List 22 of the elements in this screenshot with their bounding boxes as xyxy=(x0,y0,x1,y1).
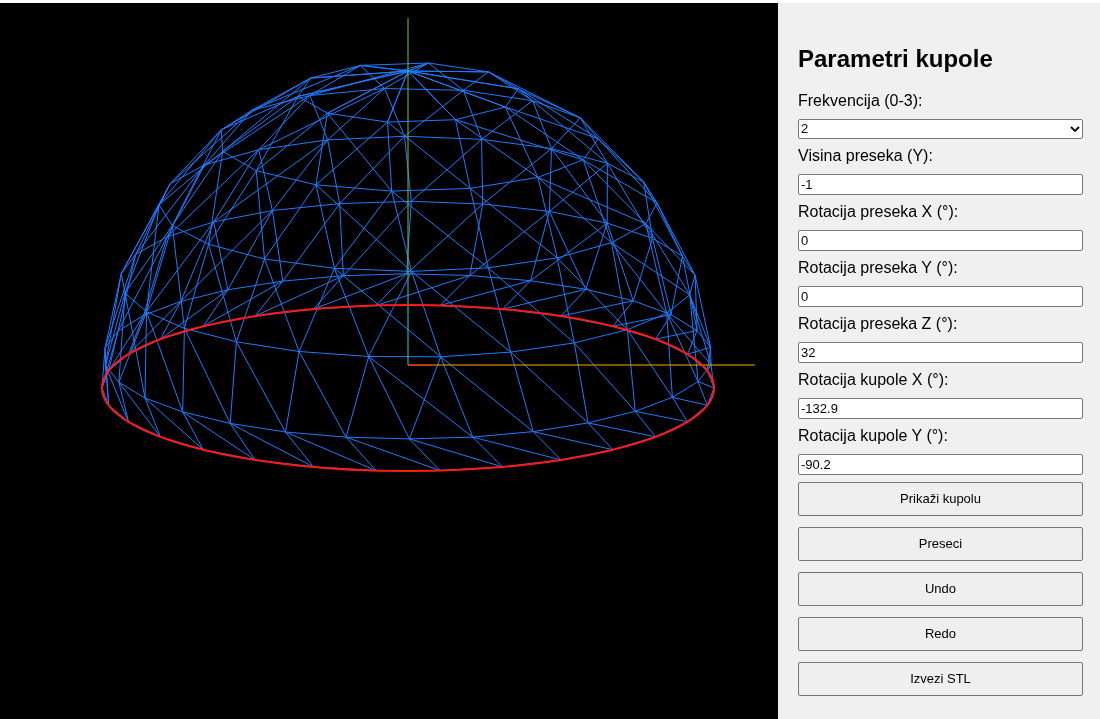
field-label: Rotacija kupole Y (°): xyxy=(798,426,949,446)
action-button[interactable]: Prikaži kupolu xyxy=(798,482,1083,516)
input-field[interactable]: 32 xyxy=(798,342,1083,363)
field-label: Rotacija preseka X (°): xyxy=(798,202,960,222)
field-label: Rotacija preseka Y (°): xyxy=(798,258,959,278)
field-label: Visina preseka (Y): xyxy=(798,146,934,166)
input-field[interactable]: -132.9 xyxy=(798,398,1083,419)
panel-title: Parametri kupole xyxy=(798,44,994,74)
3d-viewport[interactable] xyxy=(0,3,778,719)
field-label: Rotacija kupole X (°): xyxy=(798,370,950,390)
input-field[interactable]: 0 xyxy=(798,286,1083,307)
action-button[interactable]: Preseci xyxy=(798,527,1083,561)
chevron-icon xyxy=(1070,125,1080,133)
input-field[interactable]: 0 xyxy=(798,230,1083,251)
field-label: Rotacija preseka Z (°): xyxy=(798,314,959,334)
action-button[interactable]: Undo xyxy=(798,572,1083,606)
input-field[interactable]: -90.2 xyxy=(798,454,1083,475)
action-button[interactable]: Izvezi STL xyxy=(798,662,1083,696)
frequency-select[interactable]: 2 xyxy=(798,119,1083,139)
field-label: Frekvencija (0-3): xyxy=(798,91,924,111)
input-field[interactable]: -1 xyxy=(798,174,1083,195)
action-button[interactable]: Redo xyxy=(798,617,1083,651)
